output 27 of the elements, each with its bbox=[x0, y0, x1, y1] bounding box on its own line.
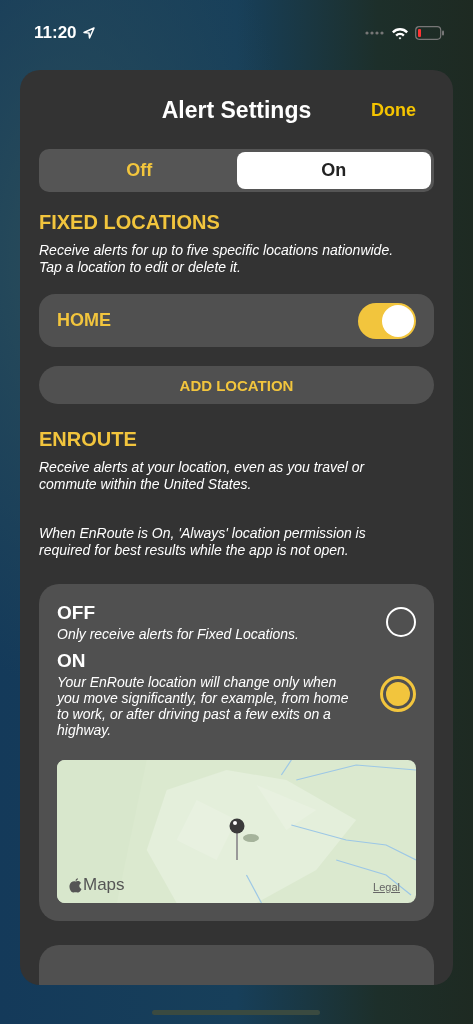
radio-button[interactable] bbox=[380, 676, 416, 712]
done-button[interactable]: Done bbox=[371, 100, 416, 121]
option-label: ON bbox=[57, 650, 87, 672]
section-description: Receive alerts at your location, even as you travel or commute within the United States. bbox=[39, 459, 366, 493]
sheet-title: Alert Settings bbox=[161, 96, 312, 124]
option-description: Only receive alerts for Fixed Locations. bbox=[57, 626, 300, 642]
add-location-button[interactable]: ADD LOCATION bbox=[39, 366, 434, 404]
toggle-switch[interactable] bbox=[358, 302, 416, 339]
section-heading: ENROUTE bbox=[39, 428, 138, 451]
location-row[interactable]: HOME bbox=[39, 294, 434, 347]
section-heading: FIXED LOCATIONS bbox=[39, 211, 221, 235]
apple-logo-icon bbox=[69, 877, 82, 893]
status-time: 11:20 bbox=[34, 23, 77, 43]
section-description: Receive alerts for up to five specific locations nationwide. Tap a location to edit or delete it. bbox=[39, 242, 395, 277]
location-arrow-icon bbox=[82, 27, 95, 39]
maps-label: Maps bbox=[83, 875, 125, 895]
option-description: Your EnRoute location will change only when you move significantly, for example, from home to work, or after driving past a few exits on a highway. bbox=[57, 674, 350, 738]
legal-link[interactable]: Legal bbox=[373, 881, 400, 893]
battery-icon bbox=[415, 26, 445, 40]
signal-icon bbox=[365, 31, 385, 35]
location-name: HOME bbox=[57, 310, 111, 332]
map-pin-icon bbox=[229, 818, 261, 862]
permission-note: When EnRoute is On, 'Always' location permission is required for best results while the app is not open. bbox=[39, 525, 367, 559]
segment-option[interactable]: Off bbox=[42, 152, 237, 190]
option-label: OFF bbox=[57, 602, 96, 624]
wifi-icon bbox=[391, 26, 409, 40]
segment-option[interactable]: On bbox=[236, 152, 431, 190]
